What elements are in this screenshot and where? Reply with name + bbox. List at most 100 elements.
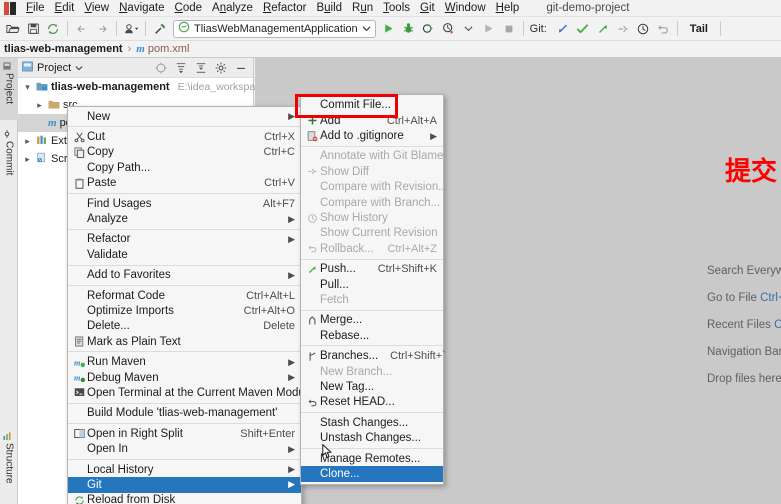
- git-menu-item-pull[interactable]: Pull...: [301, 277, 443, 292]
- menu-item-help[interactable]: Help: [491, 0, 525, 17]
- profiler-icon[interactable]: [439, 19, 459, 39]
- git-menu-item-manage-remotes[interactable]: Manage Remotes...: [301, 451, 443, 466]
- attach-play-icon[interactable]: [479, 19, 499, 39]
- git-menu-item-add-to-gitignore[interactable]: Add to .gitignore ▶: [301, 128, 443, 143]
- menu-item-validate[interactable]: Validate: [68, 247, 301, 262]
- menu-item-open-in-right-split[interactable]: Open in Right Split Shift+Enter: [68, 426, 301, 441]
- compare-icon[interactable]: [613, 19, 633, 39]
- tail-button[interactable]: Tail: [690, 23, 708, 35]
- expand-all-icon[interactable]: [173, 60, 189, 76]
- chevron-down-icon[interactable]: [362, 23, 371, 35]
- menu-item-copy-shortcut: Ctrl+C: [263, 146, 295, 159]
- menu-item-build-module[interactable]: Build Module 'tlias-web-management': [68, 406, 301, 421]
- menu-item-view[interactable]: View: [79, 0, 114, 17]
- git-menu-item-add[interactable]: Add Ctrl+Alt+A: [301, 113, 443, 128]
- open-folder-icon[interactable]: [3, 19, 23, 39]
- menu-item-refactor[interactable]: Refactor: [258, 0, 311, 17]
- breadcrumb-module[interactable]: tlias-web-management: [4, 43, 123, 55]
- stop-square-icon[interactable]: [499, 19, 519, 39]
- git-menu-item-commit-file[interactable]: Commit File...: [301, 97, 443, 113]
- collapse-all-icon[interactable]: [193, 60, 209, 76]
- menu-item-reload-from-disk[interactable]: Reload from Disk: [68, 493, 301, 504]
- history-clock-icon[interactable]: [633, 19, 653, 39]
- menu-item-navigate[interactable]: Navigate: [114, 0, 169, 17]
- menu-item-add-to-favorites[interactable]: Add to Favorites ▶: [68, 268, 301, 283]
- debug-bug-icon[interactable]: [399, 19, 419, 39]
- menu-item-window[interactable]: Window: [440, 0, 491, 17]
- menu-item-git[interactable]: Git: [415, 0, 440, 17]
- menu-item-open-in[interactable]: Open In ▶: [68, 441, 301, 456]
- breadcrumb-file[interactable]: pom.xml: [148, 43, 190, 55]
- menu-item-mark-as-plain-text[interactable]: Mark as Plain Text: [68, 334, 301, 349]
- sync-refresh-icon[interactable]: [43, 19, 63, 39]
- run-play-icon[interactable]: [379, 19, 399, 39]
- menu-item-debug-maven[interactable]: m Debug Maven ▶: [68, 370, 301, 385]
- commit-check-icon[interactable]: [573, 19, 593, 39]
- menu-item-edit[interactable]: Edit: [50, 0, 80, 17]
- rollback-undo-icon[interactable]: [653, 19, 673, 39]
- menu-item-reload-from-disk-label: Reload from Disk: [87, 494, 176, 504]
- chevron-expanded-icon[interactable]: ▾: [22, 82, 33, 93]
- project-panel-title[interactable]: Project: [37, 62, 71, 74]
- build-hammer-icon[interactable]: [150, 19, 170, 39]
- save-all-icon[interactable]: [23, 19, 43, 39]
- menu-item-reformat-code[interactable]: Reformat Code Ctrl+Alt+L: [68, 288, 301, 303]
- chevron-collapsed-icon[interactable]: ▸: [34, 100, 45, 111]
- menu-item-git-label: Git: [87, 478, 102, 491]
- menu-item-refactor[interactable]: Refactor ▶: [68, 232, 301, 247]
- menu-item-new[interactable]: New ▶: [68, 109, 301, 124]
- sidebar-item-project[interactable]: Project: [0, 58, 18, 120]
- git-menu-item-new-tag[interactable]: New Tag...: [301, 379, 443, 394]
- back-arrow-icon[interactable]: [72, 19, 92, 39]
- chevron-collapsed-icon[interactable]: ▸: [22, 154, 33, 165]
- menu-item-build[interactable]: Build: [311, 0, 347, 17]
- git-menu-item-merge[interactable]: Merge...: [301, 313, 443, 328]
- menu-item-analyze[interactable]: Analyze ▶: [68, 211, 301, 226]
- menu-item-optimize-imports[interactable]: Optimize Imports Ctrl+Alt+O: [68, 303, 301, 318]
- git-menu-item-branches[interactable]: Branches... Ctrl+Shift+`: [301, 348, 446, 363]
- menu-item-file[interactable]: File: [21, 0, 50, 17]
- sidebar-item-commit[interactable]: Commit: [0, 126, 18, 188]
- profiler-dropdown-icon[interactable]: [459, 19, 479, 39]
- locate-target-icon[interactable]: [153, 60, 169, 76]
- menu-item-run[interactable]: Run: [347, 0, 378, 17]
- git-submenu: Commit File... Add Ctrl+Alt+A Add to .gi…: [300, 94, 448, 486]
- forward-arrow-icon[interactable]: [92, 19, 112, 39]
- menu-item-paste[interactable]: Paste Ctrl+V: [68, 176, 301, 191]
- menu-item-delete[interactable]: Delete... Delete: [68, 319, 301, 334]
- chevron-down-icon[interactable]: [75, 62, 83, 74]
- profile-dropdown-icon[interactable]: [121, 19, 141, 39]
- menu-item-cut-shortcut: Ctrl+X: [264, 131, 295, 144]
- menu-item-git[interactable]: Git ▶: [68, 477, 301, 493]
- menu-item-run-maven[interactable]: m Run Maven ▶: [68, 354, 301, 369]
- libraries-icon: [36, 134, 48, 149]
- git-menu-item-unstash-changes[interactable]: Unstash Changes...: [301, 430, 443, 445]
- menu-item-analyze[interactable]: Analyze: [207, 0, 258, 17]
- chevron-collapsed-icon[interactable]: ▸: [22, 136, 33, 147]
- run-configuration-selector[interactable]: TliasWebManagementApplication: [173, 19, 376, 38]
- run-coverage-icon[interactable]: [419, 19, 439, 39]
- menu-item-new-label: New: [87, 110, 111, 123]
- menu-divider: [68, 264, 301, 266]
- menu-item-copy[interactable]: Copy Ctrl+C: [68, 145, 301, 160]
- sidebar-item-structure[interactable]: Structure: [0, 428, 18, 500]
- menu-item-local-history[interactable]: Local History ▶: [68, 462, 301, 477]
- menu-item-copy-path[interactable]: Copy Path...: [68, 160, 301, 175]
- tree-node-module[interactable]: ▾ tlias-web-management E:\idea_workspace…: [18, 78, 292, 96]
- push-arrow-icon[interactable]: [593, 19, 613, 39]
- menu-item-tools[interactable]: Tools: [378, 0, 415, 17]
- git-menu-item-reset-head[interactable]: Reset HEAD...: [301, 395, 443, 410]
- menu-item-code[interactable]: Code: [170, 0, 208, 17]
- hide-minimize-icon[interactable]: [233, 60, 249, 76]
- update-project-icon[interactable]: [553, 19, 573, 39]
- git-menu-item-rebase[interactable]: Rebase...: [301, 328, 443, 343]
- menu-item-cut[interactable]: Cut Ctrl+X: [68, 129, 301, 144]
- menu-item-open-terminal-maven[interactable]: Open Terminal at the Current Maven Modul…: [68, 385, 341, 400]
- menu-item-find-usages[interactable]: Find Usages Alt+F7: [68, 196, 301, 211]
- maven-m-icon: m: [136, 43, 145, 55]
- git-menu-item-stash-changes[interactable]: Stash Changes...: [301, 415, 443, 430]
- git-menu-item-new-tag-label: New Tag...: [320, 380, 375, 393]
- git-menu-item-clone[interactable]: Clone...: [301, 466, 443, 483]
- settings-gear-icon[interactable]: [213, 60, 229, 76]
- git-menu-item-push[interactable]: Push... Ctrl+Shift+K: [301, 262, 443, 277]
